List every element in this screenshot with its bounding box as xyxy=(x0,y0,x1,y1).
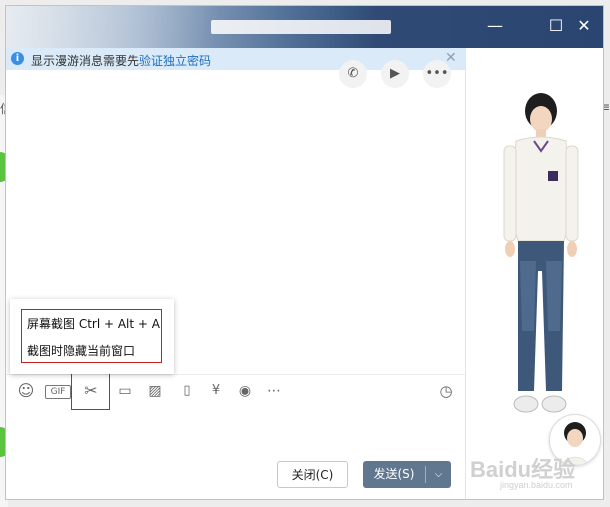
emoji-icon[interactable]: ☺ xyxy=(16,381,36,401)
close-button[interactable]: 关闭(C) xyxy=(277,461,348,488)
title-bar[interactable]: ——— — ☐ ✕ xyxy=(6,6,603,48)
image-icon[interactable]: ▨ xyxy=(144,381,166,401)
video-icon[interactable]: ▶ xyxy=(381,60,409,88)
screenshot-highlight xyxy=(71,370,110,410)
verify-password-link[interactable]: 验证独立密码 xyxy=(139,54,211,68)
history-clock-icon[interactable]: ◷ xyxy=(435,381,457,401)
chat-window: ——— — ☐ ✕ i 显示漫游消息需要先验证独立密码 ✕ ✆ ▶ ••• ☺ … xyxy=(5,5,604,500)
chevron-down-icon[interactable]: ⌵ xyxy=(426,461,451,488)
more-icon[interactable]: ••• xyxy=(423,60,451,88)
screenshot-tooltip-menu: 屏幕截图 Ctrl + Alt + A 截图时隐藏当前窗口 xyxy=(10,299,174,374)
notice-text: 显示漫游消息需要先验证独立密码 xyxy=(31,54,212,68)
send-button[interactable]: 发送(S) ⌵ xyxy=(363,461,451,488)
screenshot-shortcut-item[interactable]: 屏幕截图 Ctrl + Alt + A xyxy=(27,315,160,332)
hide-window-item[interactable]: 截图时隐藏当前窗口 xyxy=(27,342,135,359)
panel-divider xyxy=(465,48,466,499)
show-avatar-figure xyxy=(503,93,579,413)
window-title: ——— xyxy=(211,20,391,34)
tooltip-highlight: 屏幕截图 Ctrl + Alt + A 截图时隐藏当前窗口 xyxy=(21,309,162,363)
minimize-button[interactable]: — xyxy=(484,16,506,36)
send-button-label: 发送(S) xyxy=(373,467,415,481)
more-tools-icon[interactable]: ⋯ xyxy=(263,381,285,401)
info-icon: i xyxy=(11,52,24,65)
close-window-button[interactable]: ✕ xyxy=(573,16,595,36)
folder-icon[interactable]: ▭ xyxy=(114,381,136,401)
shake-icon[interactable]: ▯ xyxy=(176,381,198,401)
maximize-button[interactable]: ☐ xyxy=(545,16,567,36)
red-packet-icon[interactable]: ¥ xyxy=(205,381,227,401)
phone-icon[interactable]: ✆ xyxy=(339,60,367,88)
baidu-watermark-url: jingyan.baidu.com xyxy=(500,480,573,490)
music-icon[interactable]: ◉ xyxy=(234,381,256,401)
gif-icon[interactable]: GIF xyxy=(45,385,71,399)
